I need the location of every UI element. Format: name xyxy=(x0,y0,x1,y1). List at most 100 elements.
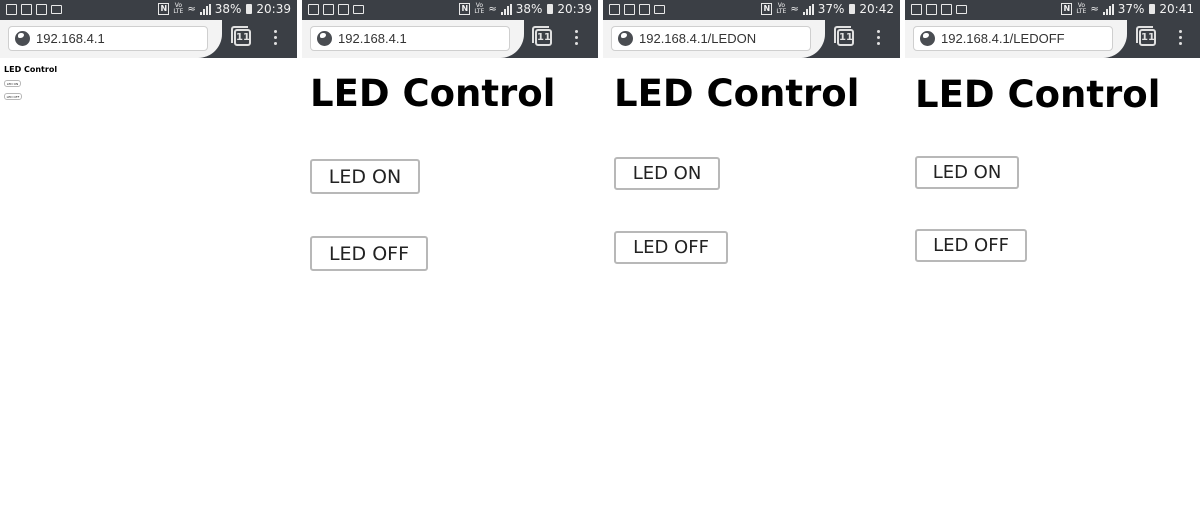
signal-icon xyxy=(802,3,814,15)
status-bar: N Vo LTE ≈ 38% 20:39 xyxy=(0,0,297,20)
phone-screenshot-3: N Vo LTE ≈ 37% 20:42 192.168.4.1/LEDON 11… xyxy=(603,0,900,525)
notification-image-icon xyxy=(21,4,32,15)
page-title: LED Control xyxy=(310,72,556,115)
url-bar[interactable]: 192.168.4.1/LEDON xyxy=(611,26,811,51)
tab-switcher-button[interactable]: 11 xyxy=(532,26,552,46)
mail-icon xyxy=(654,5,665,14)
status-bar: N Vo LTE ≈ 38% 20:39 xyxy=(302,0,598,20)
notification-app-icon xyxy=(36,4,47,15)
notification-app-icon xyxy=(338,4,349,15)
signal-icon xyxy=(1102,3,1114,15)
web-page: LED Control LED ON LED OFF xyxy=(302,58,598,525)
signal-icon xyxy=(199,3,211,15)
url-bar[interactable]: 192.168.4.1 xyxy=(8,26,208,51)
browser-toolbar: 192.168.4.1 11 xyxy=(302,20,598,58)
globe-icon xyxy=(920,31,935,46)
notification-icons xyxy=(911,4,967,15)
url-bar[interactable]: 192.168.4.1/LEDOFF xyxy=(913,26,1113,51)
phone-screenshot-2: N Vo LTE ≈ 38% 20:39 192.168.4.1 11 LED C… xyxy=(302,0,598,525)
notification-app-icon xyxy=(941,4,952,15)
mail-icon xyxy=(956,5,967,14)
notification-image-icon xyxy=(323,4,334,15)
volte-icon: Vo LTE xyxy=(474,2,485,15)
led-off-button[interactable]: LED OFF xyxy=(310,236,428,271)
mail-icon xyxy=(51,5,62,14)
notification-image-icon xyxy=(926,4,937,15)
globe-icon xyxy=(317,31,332,46)
system-status: N Vo LTE ≈ 38% 20:39 xyxy=(459,2,592,16)
volte-icon: Vo LTE xyxy=(776,2,787,15)
globe-icon xyxy=(15,31,30,46)
notification-icons xyxy=(6,4,62,15)
led-off-button[interactable]: LED OFF xyxy=(614,231,728,264)
page-title: LED Control xyxy=(4,65,58,74)
status-bar: N Vo LTE ≈ 37% 20:42 xyxy=(603,0,900,20)
led-on-button[interactable]: LED ON xyxy=(4,80,21,87)
url-text: 192.168.4.1 xyxy=(338,31,407,46)
status-bar: N Vo LTE ≈ 37% 20:41 xyxy=(905,0,1200,20)
led-on-button[interactable]: LED ON xyxy=(614,157,720,190)
notification-app-icon xyxy=(911,4,922,15)
overflow-menu-icon[interactable] xyxy=(575,30,579,45)
page-title: LED Control xyxy=(915,73,1161,116)
clock: 20:39 xyxy=(557,2,592,16)
phone-screenshot-4: N Vo LTE ≈ 37% 20:41 192.168.4.1/LEDOFF 1… xyxy=(905,0,1200,525)
notification-app-icon xyxy=(308,4,319,15)
battery-percent: 38% xyxy=(515,2,543,16)
mail-icon xyxy=(353,5,364,14)
wifi-icon: ≈ xyxy=(488,3,497,15)
tab-switcher-button[interactable]: 11 xyxy=(1136,26,1156,46)
notification-image-icon xyxy=(624,4,635,15)
system-status: N Vo LTE ≈ 38% 20:39 xyxy=(158,2,291,16)
battery-icon xyxy=(1149,4,1156,14)
system-status: N Vo LTE ≈ 37% 20:41 xyxy=(1061,2,1194,16)
notification-app-icon xyxy=(6,4,17,15)
wifi-icon: ≈ xyxy=(790,3,799,15)
browser-toolbar: 192.168.4.1 11 xyxy=(0,20,297,58)
led-on-button[interactable]: LED ON xyxy=(310,159,420,194)
battery-icon xyxy=(849,4,856,14)
wifi-icon: ≈ xyxy=(187,3,196,15)
tab-switcher-button[interactable]: 11 xyxy=(834,26,854,46)
nfc-icon: N xyxy=(1061,3,1073,15)
globe-icon xyxy=(618,31,633,46)
page-title: LED Control xyxy=(614,72,860,115)
url-text: 192.168.4.1 xyxy=(36,31,105,46)
web-page: LED Control LED ON LED OFF xyxy=(603,58,900,525)
volte-icon: Vo LTE xyxy=(1076,2,1087,15)
signal-icon xyxy=(500,3,512,15)
battery-icon xyxy=(246,4,253,14)
overflow-menu-icon[interactable] xyxy=(877,30,881,45)
battery-percent: 37% xyxy=(817,2,845,16)
clock: 20:41 xyxy=(1159,2,1194,16)
notification-app-icon xyxy=(609,4,620,15)
nfc-icon: N xyxy=(158,3,170,15)
url-text: 192.168.4.1/LEDOFF xyxy=(941,31,1065,46)
web-page: LED Control LED ON LED OFF xyxy=(905,58,1200,525)
system-status: N Vo LTE ≈ 37% 20:42 xyxy=(761,2,894,16)
web-page: LED Control LED ON LED OFF xyxy=(0,58,297,525)
browser-toolbar: 192.168.4.1/LEDOFF 11 xyxy=(905,20,1200,58)
wifi-icon: ≈ xyxy=(1090,3,1099,15)
tab-switcher-button[interactable]: 11 xyxy=(231,26,251,46)
led-off-button[interactable]: LED OFF xyxy=(4,93,22,100)
battery-percent: 37% xyxy=(1117,2,1145,16)
led-off-button[interactable]: LED OFF xyxy=(915,229,1027,262)
battery-percent: 38% xyxy=(214,2,242,16)
phone-screenshot-1: N Vo LTE ≈ 38% 20:39 192.168.4.1 11 LED C… xyxy=(0,0,297,525)
notification-app-icon xyxy=(639,4,650,15)
clock: 20:42 xyxy=(859,2,894,16)
url-area: 192.168.4.1 xyxy=(302,20,524,58)
notification-icons xyxy=(308,4,364,15)
overflow-menu-icon[interactable] xyxy=(1179,30,1183,45)
overflow-menu-icon[interactable] xyxy=(274,30,278,45)
url-area: 192.168.4.1/LEDON xyxy=(603,20,825,58)
browser-toolbar: 192.168.4.1/LEDON 11 xyxy=(603,20,900,58)
url-area: 192.168.4.1 xyxy=(0,20,222,58)
url-bar[interactable]: 192.168.4.1 xyxy=(310,26,510,51)
clock: 20:39 xyxy=(256,2,291,16)
notification-icons xyxy=(609,4,665,15)
nfc-icon: N xyxy=(459,3,471,15)
led-on-button[interactable]: LED ON xyxy=(915,156,1019,189)
volte-icon: Vo LTE xyxy=(173,2,184,15)
